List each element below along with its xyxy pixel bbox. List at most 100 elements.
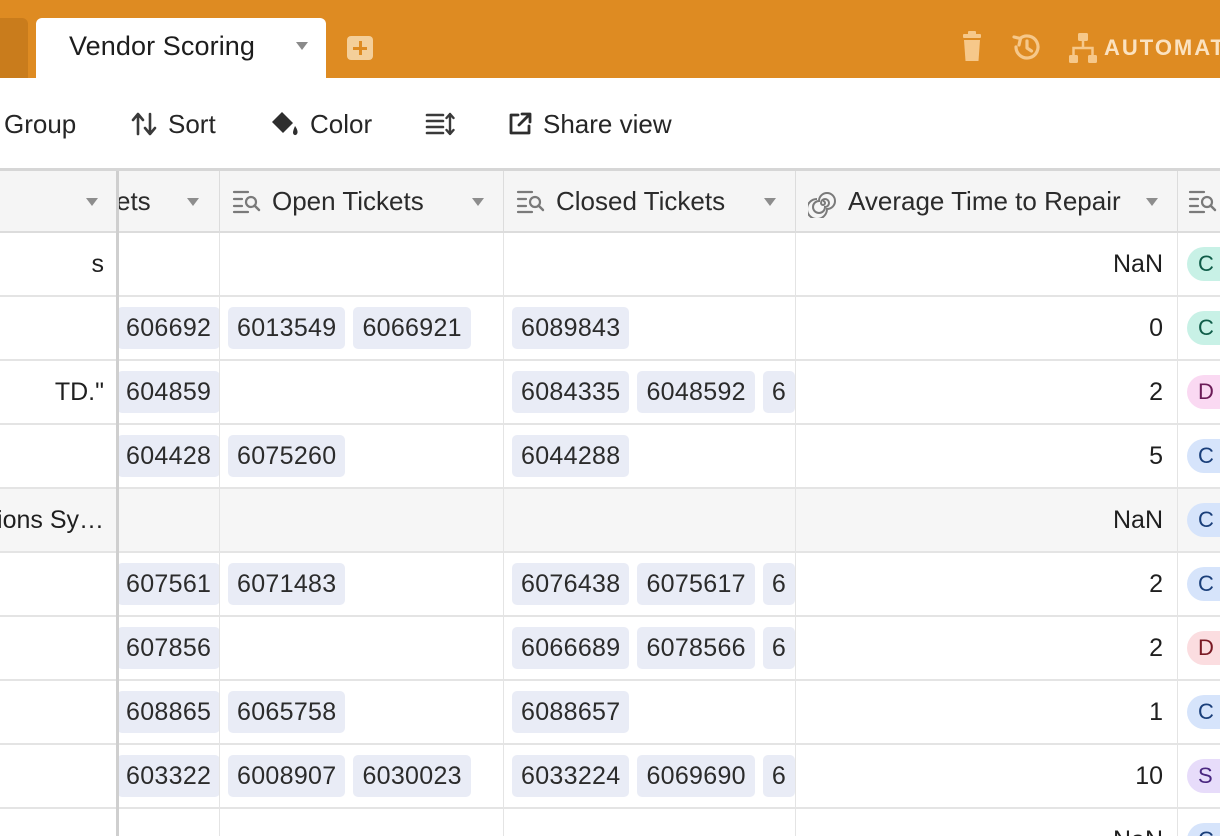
linked-record-chip[interactable]: 6 <box>762 563 795 605</box>
table-row[interactable]: 606692 6013549 6066921 6089843 0 C <box>0 297 1220 361</box>
frozen-column-divider[interactable] <box>116 171 119 836</box>
status-cell[interactable]: C <box>1178 297 1220 359</box>
chevron-down-icon[interactable] <box>86 198 98 206</box>
status-cell[interactable]: C <box>1178 425 1220 487</box>
group-button[interactable]: Group <box>4 106 76 142</box>
open-tickets-cell[interactable]: 6008907 6030023 <box>220 745 504 807</box>
linked-record-chip[interactable]: 6066921 <box>353 307 471 349</box>
column-header-closed-tickets[interactable]: Closed Tickets <box>504 171 796 231</box>
vendor-name-cell[interactable] <box>0 297 117 359</box>
linked-record-chip[interactable]: 6084335 <box>512 371 630 413</box>
tickets-cell[interactable]: 607856 <box>117 617 220 679</box>
linked-record-chip[interactable]: 6044288 <box>512 435 630 477</box>
linked-record-chip[interactable]: 608865 <box>117 691 219 733</box>
linked-record-chip[interactable]: 6 <box>762 371 795 413</box>
closed-tickets-cell[interactable] <box>504 233 796 295</box>
table-row[interactable]: NaN C <box>0 809 1220 836</box>
tickets-cell[interactable]: 604428 <box>117 425 220 487</box>
linked-record-chip[interactable]: 6078566 <box>637 627 755 669</box>
add-table-icon[interactable] <box>347 36 373 60</box>
history-icon[interactable] <box>1010 30 1044 64</box>
status-cell[interactable]: C <box>1178 809 1220 836</box>
table-tab-vendor-scoring[interactable]: Vendor Scoring <box>36 18 326 78</box>
tickets-cell[interactable] <box>117 809 220 836</box>
status-cell[interactable]: D <box>1178 361 1220 423</box>
tickets-cell[interactable] <box>117 489 220 551</box>
avg-time-to-repair-cell[interactable]: 2 <box>796 553 1178 615</box>
avg-time-to-repair-cell[interactable]: NaN <box>796 489 1178 551</box>
color-button[interactable]: Color <box>268 106 372 142</box>
open-tickets-cell[interactable]: 6071483 <box>220 553 504 615</box>
tickets-cell[interactable]: 607561 <box>117 553 220 615</box>
open-tickets-cell[interactable]: 6013549 6066921 <box>220 297 504 359</box>
column-header-name[interactable] <box>0 171 117 231</box>
linked-record-chip[interactable]: 603322 <box>117 755 219 797</box>
tickets-cell[interactable] <box>117 233 220 295</box>
tickets-cell[interactable]: 604859 <box>117 361 220 423</box>
linked-record-chip[interactable]: 6065758 <box>228 691 346 733</box>
linked-record-chip[interactable]: 6 <box>762 755 795 797</box>
avg-time-to-repair-cell[interactable]: 0 <box>796 297 1178 359</box>
vendor-name-cell[interactable] <box>0 745 117 807</box>
table-row[interactable]: 608865 6065758 6088657 1 C <box>0 681 1220 745</box>
closed-tickets-cell[interactable]: 6076438 6075617 6 <box>504 553 796 615</box>
vendor-name-cell[interactable]: TD." <box>0 361 117 423</box>
vendor-name-cell[interactable] <box>0 617 117 679</box>
table-row[interactable]: 607561 6071483 6076438 6075617 6 2 C <box>0 553 1220 617</box>
linked-record-chip[interactable]: 6089843 <box>512 307 630 349</box>
linked-record-chip[interactable]: 6075617 <box>637 563 755 605</box>
closed-tickets-cell[interactable] <box>504 489 796 551</box>
open-tickets-cell[interactable] <box>220 361 504 423</box>
status-cell[interactable]: C <box>1178 681 1220 743</box>
open-tickets-cell[interactable] <box>220 233 504 295</box>
linked-record-chip[interactable]: 6075260 <box>228 435 346 477</box>
linked-record-chip[interactable]: 6013549 <box>228 307 346 349</box>
linked-record-chip[interactable]: 604859 <box>117 371 219 413</box>
open-tickets-cell[interactable] <box>220 489 504 551</box>
chevron-down-icon[interactable] <box>187 198 199 206</box>
linked-record-chip[interactable]: 6033224 <box>512 755 630 797</box>
closed-tickets-cell[interactable]: 6044288 <box>504 425 796 487</box>
table-row[interactable]: ions Sy… NaN C <box>0 489 1220 553</box>
open-tickets-cell[interactable] <box>220 809 504 836</box>
avg-time-to-repair-cell[interactable]: 2 <box>796 361 1178 423</box>
closed-tickets-cell[interactable]: 6084335 6048592 6 <box>504 361 796 423</box>
avg-time-to-repair-cell[interactable]: 5 <box>796 425 1178 487</box>
avg-time-to-repair-cell[interactable]: NaN <box>796 809 1178 836</box>
tickets-cell[interactable]: 608865 <box>117 681 220 743</box>
tickets-cell[interactable]: 606692 <box>117 297 220 359</box>
chevron-down-icon[interactable] <box>472 198 484 206</box>
table-tab-previous[interactable] <box>0 18 28 78</box>
column-header-status[interactable] <box>1178 171 1220 231</box>
closed-tickets-cell[interactable]: 6033224 6069690 6 <box>504 745 796 807</box>
linked-record-chip[interactable]: 604428 <box>117 435 219 477</box>
vendor-name-cell[interactable] <box>0 425 117 487</box>
linked-record-chip[interactable]: 6066689 <box>512 627 630 669</box>
linked-record-chip[interactable]: 6 <box>762 627 795 669</box>
linked-record-chip[interactable]: 6076438 <box>512 563 630 605</box>
linked-record-chip[interactable]: 6088657 <box>512 691 630 733</box>
linked-record-chip[interactable]: 6008907 <box>228 755 346 797</box>
vendor-name-cell[interactable] <box>0 553 117 615</box>
closed-tickets-cell[interactable]: 6088657 <box>504 681 796 743</box>
table-row[interactable]: 604428 6075260 6044288 5 C <box>0 425 1220 489</box>
closed-tickets-cell[interactable] <box>504 809 796 836</box>
table-row[interactable]: 607856 6066689 6078566 6 2 D <box>0 617 1220 681</box>
table-row[interactable]: s NaN C <box>0 233 1220 297</box>
vendor-name-cell[interactable] <box>0 681 117 743</box>
avg-time-to-repair-cell[interactable]: 2 <box>796 617 1178 679</box>
status-cell[interactable]: D <box>1178 617 1220 679</box>
automations-button[interactable]: AUTOMAT <box>1068 30 1220 66</box>
chevron-down-icon[interactable] <box>296 42 308 50</box>
linked-record-chip[interactable]: 606692 <box>117 307 219 349</box>
status-cell[interactable]: C <box>1178 553 1220 615</box>
chevron-down-icon[interactable] <box>764 198 776 206</box>
linked-record-chip[interactable]: 6048592 <box>637 371 755 413</box>
closed-tickets-cell[interactable]: 6066689 6078566 6 <box>504 617 796 679</box>
share-view-button[interactable]: Share view <box>507 106 672 142</box>
open-tickets-cell[interactable] <box>220 617 504 679</box>
linked-record-chip[interactable]: 607561 <box>117 563 219 605</box>
status-cell[interactable]: C <box>1178 233 1220 295</box>
table-row[interactable]: 603322 6008907 6030023 6033224 6069690 6 10… <box>0 745 1220 809</box>
linked-record-chip[interactable]: 607856 <box>117 627 219 669</box>
